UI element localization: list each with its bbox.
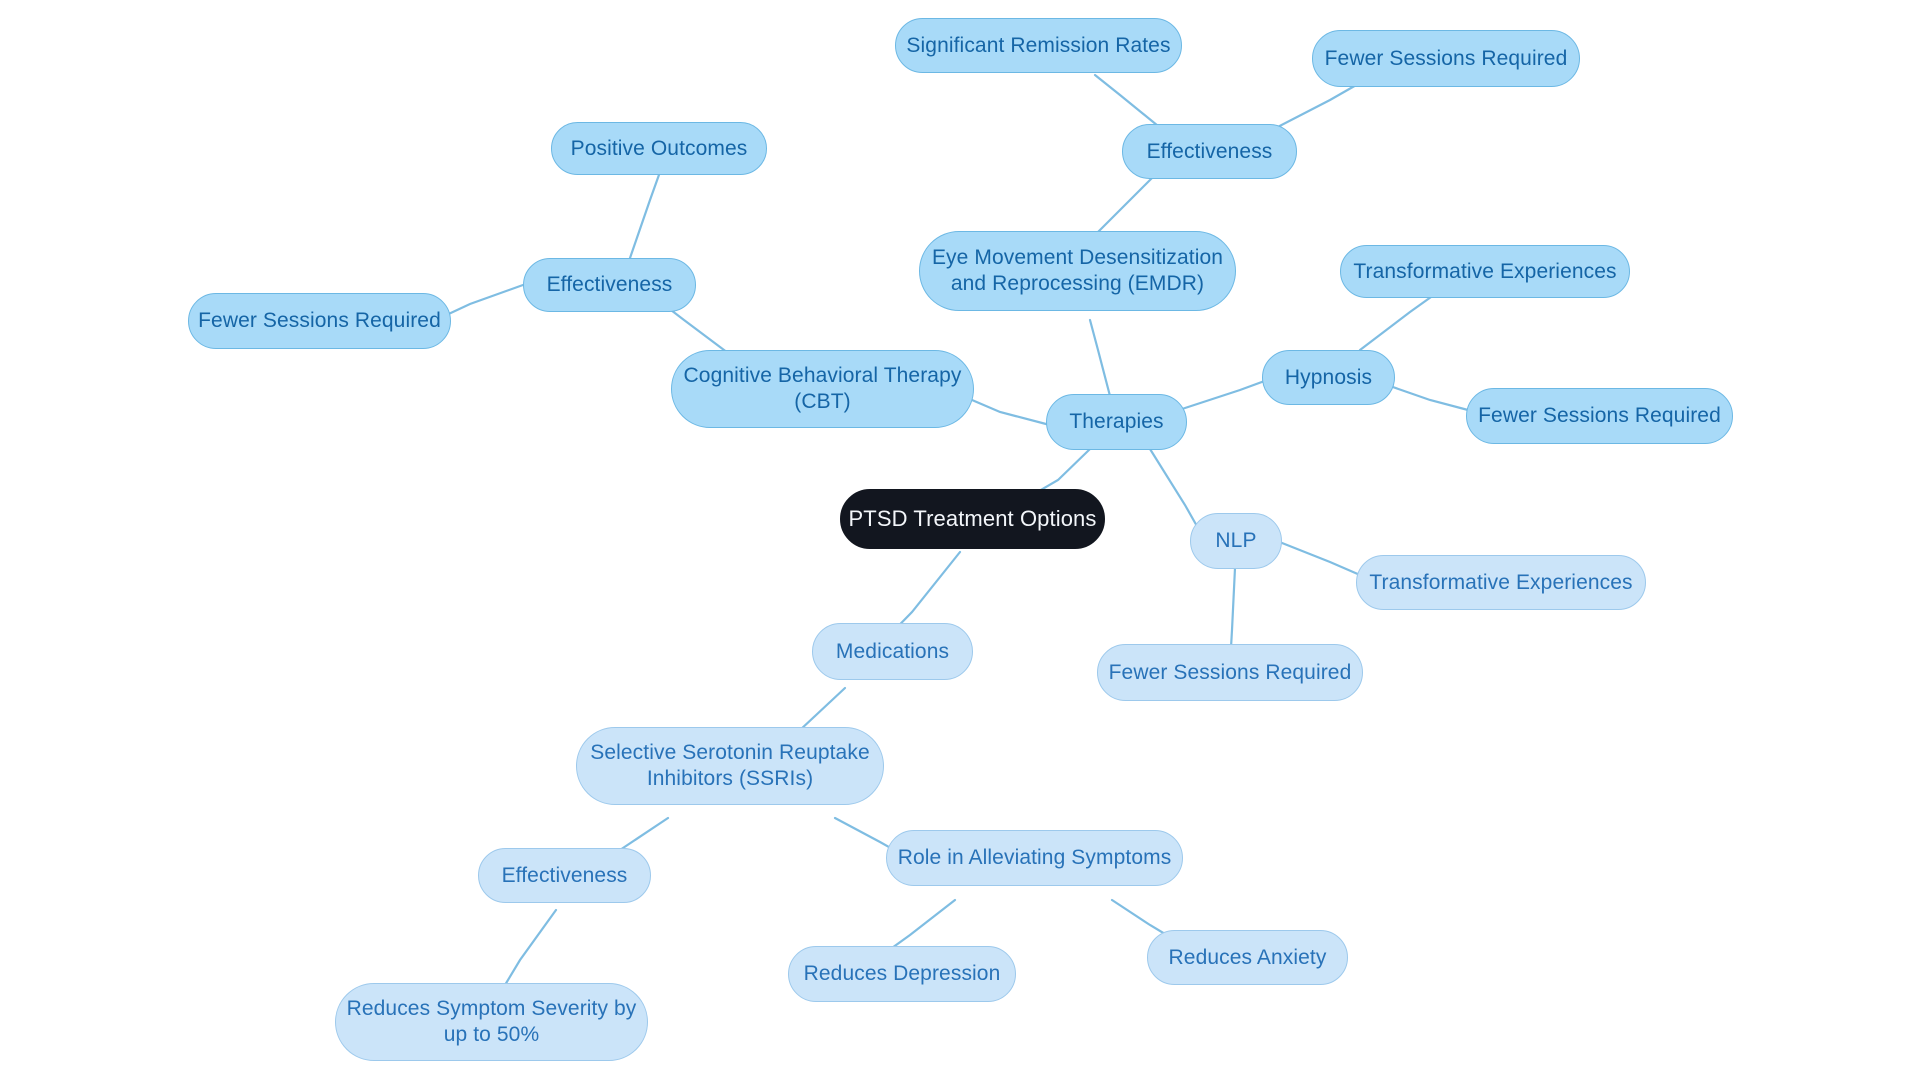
node-label: Reduces Anxiety: [1168, 945, 1327, 969]
node-label: Hypnosis: [1284, 365, 1373, 389]
node-nlp[interactable]: NLP: [1190, 513, 1282, 569]
node-reduces-anxiety[interactable]: Reduces Anxiety: [1147, 930, 1348, 985]
node-label: Eye Movement Desensitization and Reproce…: [931, 246, 1224, 295]
edge-eff-fewer: [1266, 82, 1360, 134]
edge-therapies-hypnosis: [1180, 377, 1272, 411]
node-nlp-transformative-experiences[interactable]: Transformative Experiences: [1356, 555, 1646, 610]
node-ssri-role-in-alleviating-symptoms[interactable]: Role in Alleviating Symptoms: [886, 830, 1183, 886]
edge-therapies-emdr: [1088, 318, 1112, 398]
node-label: Positive Outcomes: [570, 136, 748, 160]
edge-effectiveness-positive: [628, 170, 662, 260]
node-medications[interactable]: Medications: [812, 623, 973, 680]
mindmap-canvas: Significant Remission Rates Fewer Sessio…: [0, 0, 1920, 1083]
node-root-ptsd-treatment-options[interactable]: PTSD Treatment Options: [840, 489, 1105, 549]
edge-therapies-nlp: [1148, 447, 1200, 530]
node-significant-remission-rates[interactable]: Significant Remission Rates: [895, 18, 1182, 73]
node-therapies[interactable]: Therapies: [1046, 394, 1187, 450]
node-label: Fewer Sessions Required: [198, 309, 441, 333]
node-label: Cognitive Behavioral Therapy (CBT): [683, 364, 962, 413]
node-label: Effectiveness: [1146, 139, 1273, 163]
node-reduces-depression[interactable]: Reduces Depression: [788, 946, 1016, 1002]
node-emdr-effectiveness[interactable]: Effectiveness: [1122, 124, 1297, 179]
node-label: Transformative Experiences: [1353, 259, 1617, 283]
node-cbt-fewer-sessions-required[interactable]: Fewer Sessions Required: [188, 293, 451, 349]
node-label: Effectiveness: [546, 273, 673, 297]
node-label: Significant Remission Rates: [906, 33, 1171, 57]
node-eye-movement-desensitization-reprocessing[interactable]: Eye Movement Desensitization and Reproce…: [919, 231, 1236, 311]
node-label: Fewer Sessions Required: [1478, 404, 1721, 428]
node-label: Medications: [835, 639, 950, 663]
node-reduces-symptom-severity[interactable]: Reduces Symptom Severity by up to 50%: [335, 983, 648, 1061]
node-cbt-effectiveness[interactable]: Effectiveness: [523, 258, 696, 312]
node-label: PTSD Treatment Options: [848, 505, 1097, 531]
edge-therapies-cbt: [970, 398, 1048, 426]
node-label: Effectiveness: [501, 863, 628, 887]
node-ssri[interactable]: Selective Serotonin Reuptake Inhibitors …: [576, 727, 884, 805]
edge-hypnosis-fewer: [1385, 383, 1470, 412]
edge-nlp-transformative: [1275, 539, 1362, 577]
edge-eff-remission: [1093, 73, 1165, 132]
node-label: Fewer Sessions Required: [1108, 660, 1352, 684]
edge-effectiveness-fewer: [438, 283, 525, 320]
node-label: Selective Serotonin Reuptake Inhibitors …: [590, 741, 870, 790]
node-hypnosis[interactable]: Hypnosis: [1262, 350, 1395, 405]
node-label: NLP: [1215, 529, 1257, 553]
edge-hypnosis-transformative: [1358, 290, 1440, 352]
node-nlp-fewer-sessions-required[interactable]: Fewer Sessions Required: [1097, 644, 1363, 701]
node-label: Transformative Experiences: [1369, 570, 1633, 594]
node-emdr-fewer-sessions-required[interactable]: Fewer Sessions Required: [1312, 30, 1580, 87]
node-cognitive-behavioral-therapy[interactable]: Cognitive Behavioral Therapy (CBT): [671, 350, 974, 428]
edge-effectiveness-severity: [503, 908, 558, 987]
node-hypnosis-transformative-experiences[interactable]: Transformative Experiences: [1340, 245, 1630, 298]
node-label: Role in Alleviating Symptoms: [897, 846, 1172, 870]
node-ssri-effectiveness[interactable]: Effectiveness: [478, 848, 651, 903]
node-hypnosis-fewer-sessions-required[interactable]: Fewer Sessions Required: [1466, 388, 1733, 444]
node-label: Reduces Depression: [803, 962, 1001, 986]
node-label: Reduces Symptom Severity by up to 50%: [346, 997, 637, 1046]
node-label: Therapies: [1069, 410, 1164, 434]
node-positive-outcomes[interactable]: Positive Outcomes: [551, 122, 767, 175]
node-label: Fewer Sessions Required: [1324, 46, 1568, 70]
